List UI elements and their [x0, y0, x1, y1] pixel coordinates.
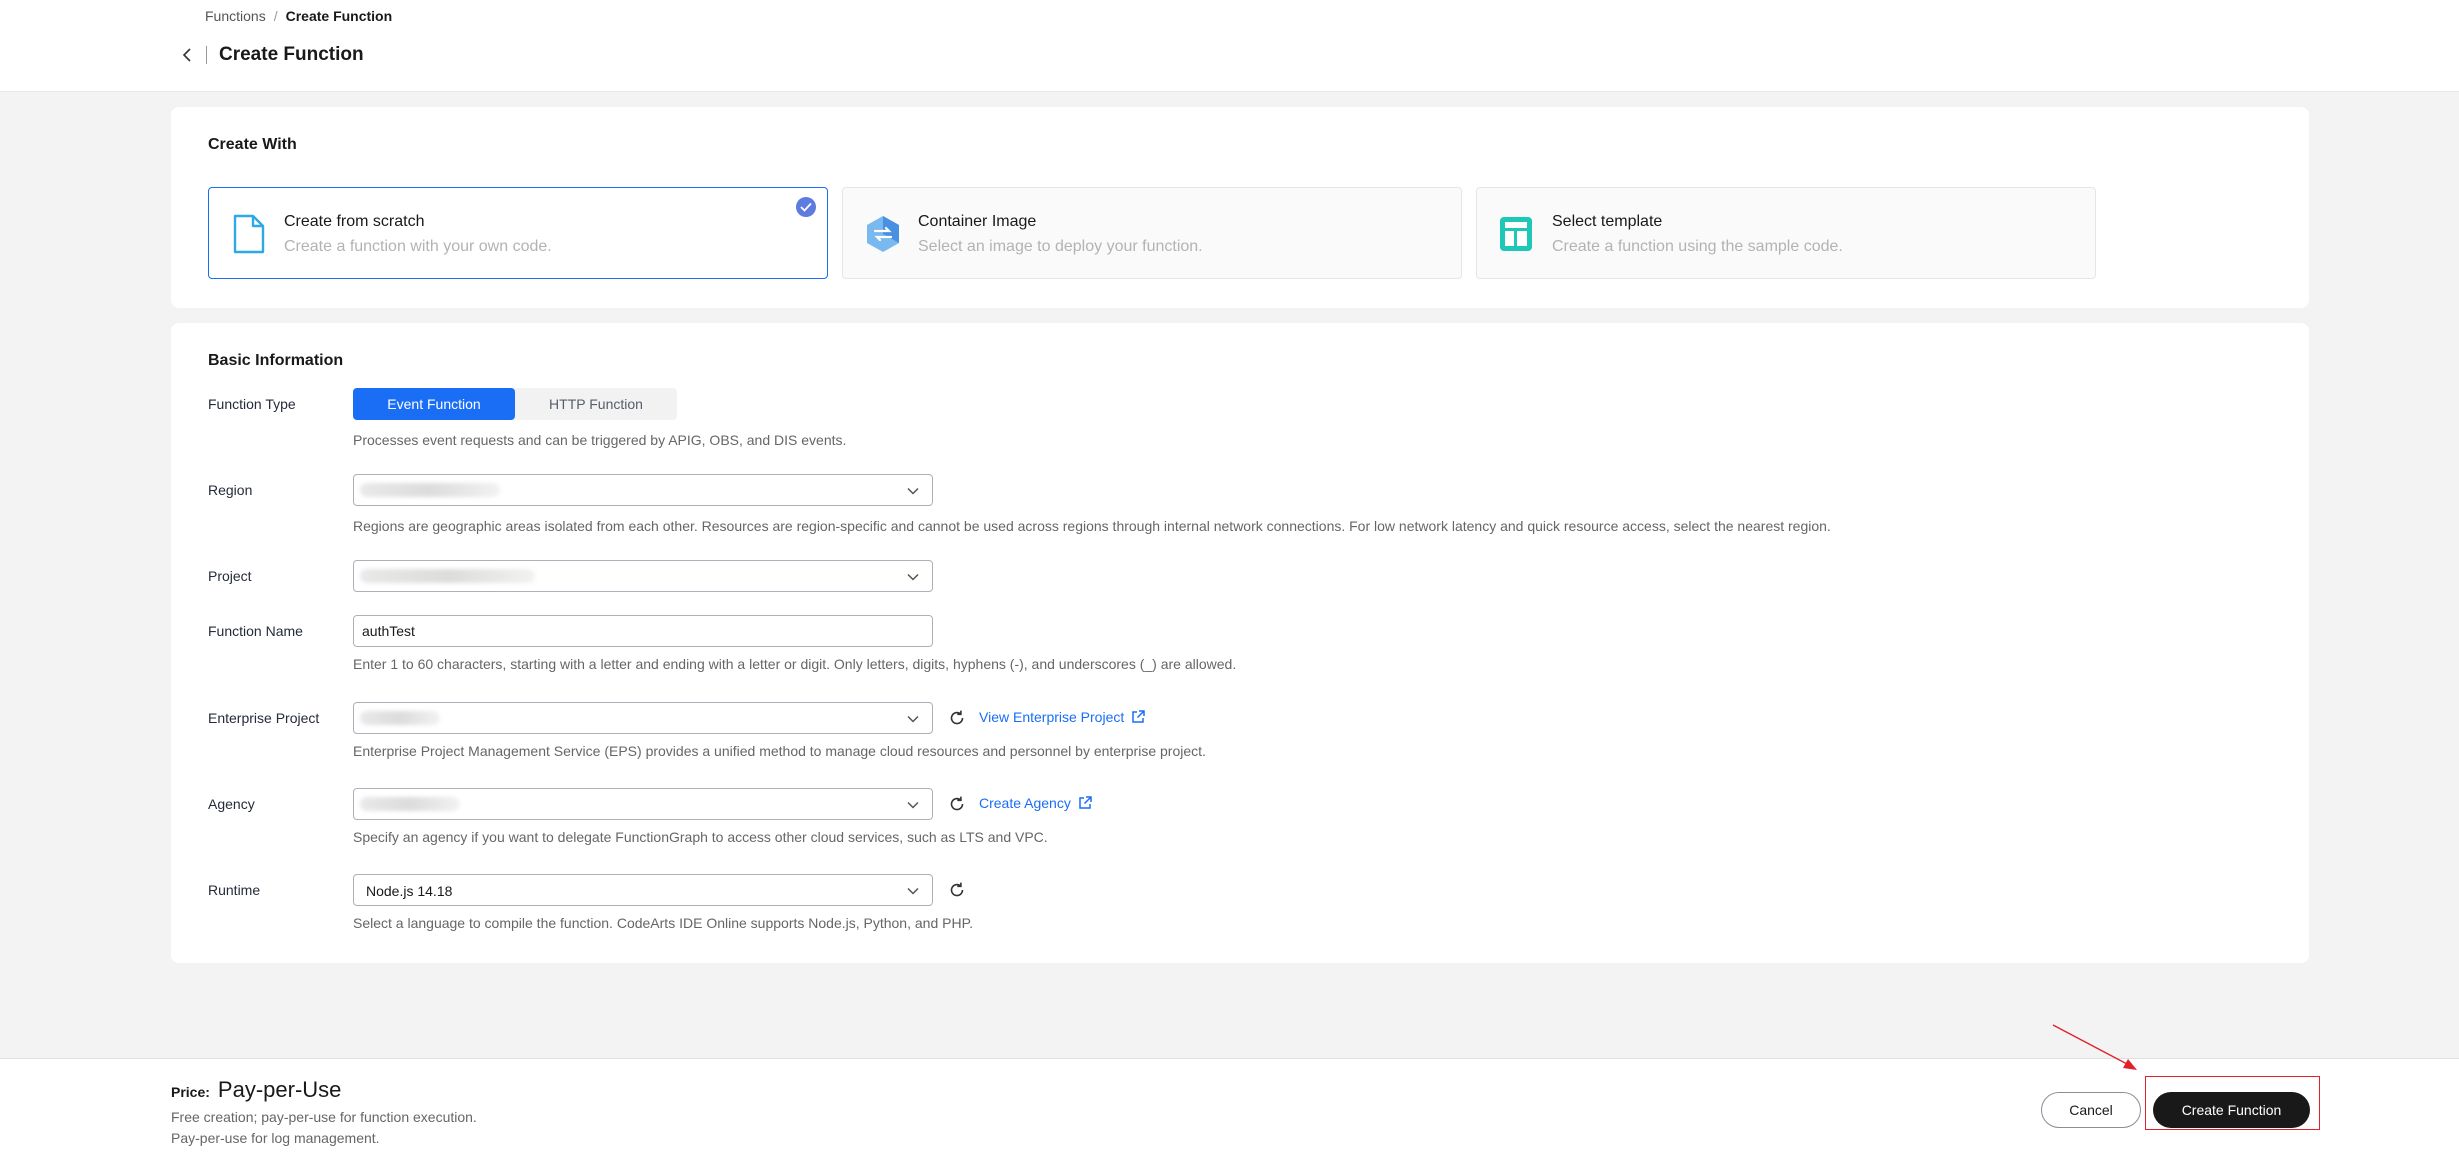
enterprise-project-helper: Enterprise Project Management Service (E… [353, 743, 1206, 759]
view-enterprise-project-link[interactable]: View Enterprise Project [979, 709, 1146, 725]
template-icon [1497, 214, 1535, 254]
option-description: Select an image to deploy your function. [918, 238, 1203, 255]
create-with-card: Create With Create from scratch Create a… [171, 107, 2309, 308]
chevron-down-icon [907, 715, 919, 723]
chevron-down-icon [907, 887, 919, 895]
breadcrumb-separator: / [273, 8, 278, 24]
link-label: View Enterprise Project [979, 709, 1125, 725]
price-value: Pay-per-Use [217, 1077, 342, 1102]
option-create-from-scratch[interactable]: Create from scratch Create a function wi… [208, 187, 828, 279]
chevron-down-icon [907, 801, 919, 809]
runtime-value: Node.js 14.18 [366, 883, 453, 899]
external-link-icon [1132, 710, 1145, 723]
function-type-toggle: Event Function HTTP Function [353, 388, 677, 420]
chevron-down-icon [907, 487, 919, 495]
refresh-icon[interactable] [947, 708, 967, 728]
project-label: Project [208, 568, 252, 584]
page-title: Create Function [219, 44, 364, 65]
basic-information-card: Basic Information Function Type Event Fu… [171, 323, 2309, 963]
refresh-icon[interactable] [947, 880, 967, 900]
cancel-button[interactable]: Cancel [2041, 1092, 2141, 1128]
option-container-image[interactable]: Container Image Select an image to deplo… [842, 187, 1462, 279]
event-function-option[interactable]: Event Function [353, 388, 515, 420]
create-function-button[interactable]: Create Function [2153, 1092, 2310, 1128]
check-icon [796, 197, 816, 217]
project-select[interactable] [353, 560, 933, 592]
breadcrumb: Functions / Create Function [205, 8, 392, 24]
breadcrumb-current: Create Function [285, 8, 393, 24]
runtime-label: Runtime [208, 882, 261, 898]
enterprise-project-label: Enterprise Project [208, 710, 320, 726]
option-title: Select template [1552, 213, 1663, 230]
function-name-helper: Enter 1 to 60 characters, starting with … [353, 656, 1237, 672]
back-arrow-icon[interactable] [178, 46, 196, 64]
agency-select[interactable] [353, 788, 933, 820]
link-label: Create Agency [979, 795, 1071, 811]
agency-helper: Specify an agency if you want to delegat… [353, 829, 1048, 845]
price-row: Price: Pay-per-Use [171, 1077, 341, 1103]
agency-label: Agency [208, 796, 255, 812]
option-title: Create from scratch [284, 213, 425, 230]
http-function-option[interactable]: HTTP Function [515, 388, 677, 420]
option-description: Create a function with your own code. [284, 238, 552, 255]
create-with-title: Create With [208, 136, 297, 153]
refresh-icon[interactable] [947, 794, 967, 814]
price-note: Free creation; pay-per-use for function … [171, 1109, 477, 1125]
redacted-value [360, 797, 460, 811]
option-select-template[interactable]: Select template Create a function using … [1476, 187, 2096, 279]
page-header: Functions / Create Function Create Funct… [0, 0, 2459, 92]
option-title: Container Image [918, 213, 1037, 230]
redacted-value [360, 569, 535, 583]
create-agency-link[interactable]: Create Agency [979, 795, 1093, 811]
basic-information-title: Basic Information [208, 352, 344, 369]
external-link-icon [1079, 796, 1092, 809]
document-icon [229, 214, 267, 254]
region-label: Region [208, 482, 253, 498]
runtime-select[interactable]: Node.js 14.18 [353, 874, 933, 906]
function-name-label: Function Name [208, 623, 303, 639]
option-description: Create a function using the sample code. [1552, 238, 1843, 255]
function-name-input[interactable] [353, 615, 933, 647]
redacted-value [360, 483, 500, 497]
region-helper: Regions are geographic areas isolated fr… [353, 518, 1831, 534]
breadcrumb-functions-link[interactable]: Functions [205, 8, 266, 24]
chevron-down-icon [907, 573, 919, 581]
price-label: Price: [171, 1084, 210, 1100]
price-note: Pay-per-use for log management. [171, 1130, 380, 1146]
header-divider [206, 46, 207, 64]
function-type-helper: Processes event requests and can be trig… [353, 432, 847, 448]
footer-bar: Price: Pay-per-Use Free creation; pay-pe… [0, 1058, 2459, 1154]
region-select[interactable] [353, 474, 933, 506]
redacted-value [360, 711, 440, 725]
function-type-label: Function Type [208, 396, 296, 412]
enterprise-project-select[interactable] [353, 702, 933, 734]
container-icon [863, 214, 901, 254]
runtime-helper: Select a language to compile the functio… [353, 915, 973, 931]
